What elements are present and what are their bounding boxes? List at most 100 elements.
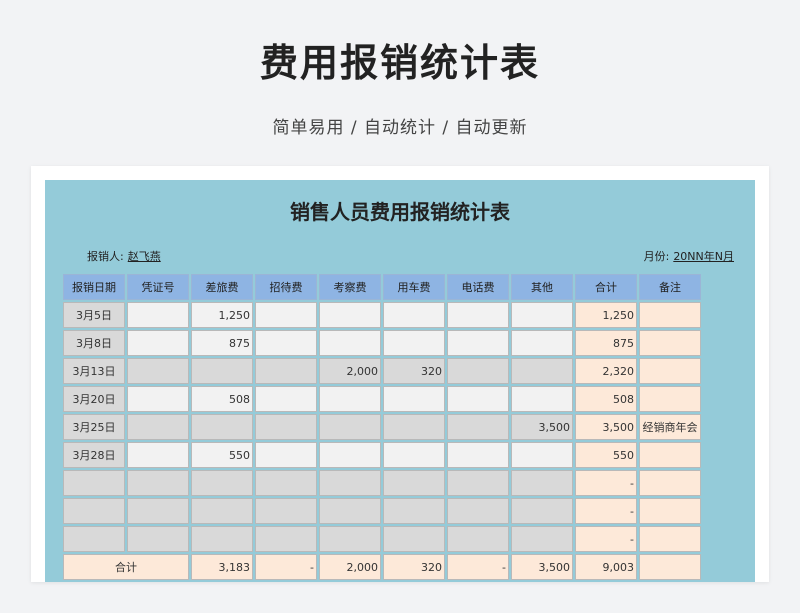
amount-cell[interactable]: [127, 330, 189, 356]
col-header[interactable]: 其他: [511, 274, 573, 300]
amount-cell[interactable]: [319, 470, 381, 496]
amount-cell[interactable]: [191, 498, 253, 524]
amount-cell[interactable]: [255, 526, 317, 552]
col-header[interactable]: 电话费: [447, 274, 509, 300]
amount-cell[interactable]: [255, 358, 317, 384]
date-cell[interactable]: 3月25日: [63, 414, 125, 440]
note-cell[interactable]: [639, 526, 701, 552]
amount-cell[interactable]: [127, 358, 189, 384]
amount-cell[interactable]: [319, 330, 381, 356]
row-total-cell[interactable]: 508: [575, 386, 637, 412]
amount-cell[interactable]: [511, 386, 573, 412]
col-header[interactable]: 合计: [575, 274, 637, 300]
reporter-value[interactable]: 赵飞燕: [128, 250, 167, 263]
amount-cell[interactable]: [383, 330, 445, 356]
amount-cell[interactable]: [127, 442, 189, 468]
amount-cell[interactable]: [255, 386, 317, 412]
amount-cell[interactable]: [447, 386, 509, 412]
amount-cell[interactable]: [319, 498, 381, 524]
col-header[interactable]: 备注: [639, 274, 701, 300]
col-header[interactable]: 凭证号: [127, 274, 189, 300]
amount-cell[interactable]: [511, 498, 573, 524]
row-total-cell[interactable]: 3,500: [575, 414, 637, 440]
amount-cell[interactable]: [191, 358, 253, 384]
col-header[interactable]: 招待费: [255, 274, 317, 300]
date-cell[interactable]: 3月28日: [63, 442, 125, 468]
total-cell[interactable]: 3,500: [511, 554, 573, 580]
row-total-cell[interactable]: 1,250: [575, 302, 637, 328]
row-total-cell[interactable]: -: [575, 470, 637, 496]
amount-cell[interactable]: [255, 442, 317, 468]
note-cell[interactable]: [639, 470, 701, 496]
amount-cell[interactable]: 1,250: [191, 302, 253, 328]
amount-cell[interactable]: [191, 414, 253, 440]
amount-cell[interactable]: [255, 330, 317, 356]
amount-cell[interactable]: [127, 526, 189, 552]
amount-cell[interactable]: [447, 526, 509, 552]
col-header[interactable]: 差旅费: [191, 274, 253, 300]
amount-cell[interactable]: [447, 414, 509, 440]
note-cell[interactable]: [639, 302, 701, 328]
amount-cell[interactable]: 3,500: [511, 414, 573, 440]
amount-cell[interactable]: [127, 470, 189, 496]
amount-cell[interactable]: [319, 386, 381, 412]
amount-cell[interactable]: [511, 442, 573, 468]
amount-cell[interactable]: 508: [191, 386, 253, 412]
amount-cell[interactable]: [383, 470, 445, 496]
date-cell[interactable]: [63, 470, 125, 496]
amount-cell[interactable]: [127, 386, 189, 412]
note-cell[interactable]: [639, 358, 701, 384]
amount-cell[interactable]: [127, 302, 189, 328]
row-total-cell[interactable]: 875: [575, 330, 637, 356]
amount-cell[interactable]: [255, 470, 317, 496]
row-total-cell[interactable]: -: [575, 526, 637, 552]
date-cell[interactable]: [63, 498, 125, 524]
amount-cell[interactable]: [447, 330, 509, 356]
total-cell[interactable]: 9,003: [575, 554, 637, 580]
total-cell[interactable]: [639, 554, 701, 580]
amount-cell[interactable]: [447, 442, 509, 468]
total-cell[interactable]: 2,000: [319, 554, 381, 580]
amount-cell[interactable]: [383, 442, 445, 468]
col-header[interactable]: 报销日期: [63, 274, 125, 300]
amount-cell[interactable]: [383, 302, 445, 328]
amount-cell[interactable]: [447, 302, 509, 328]
total-label[interactable]: 合计: [63, 554, 189, 580]
amount-cell[interactable]: [447, 358, 509, 384]
total-cell[interactable]: -: [255, 554, 317, 580]
col-header[interactable]: 考察费: [319, 274, 381, 300]
amount-cell[interactable]: [127, 498, 189, 524]
amount-cell[interactable]: [447, 498, 509, 524]
total-cell[interactable]: 320: [383, 554, 445, 580]
date-cell[interactable]: 3月5日: [63, 302, 125, 328]
amount-cell[interactable]: [319, 442, 381, 468]
amount-cell[interactable]: [383, 414, 445, 440]
row-total-cell[interactable]: -: [575, 498, 637, 524]
amount-cell[interactable]: [255, 498, 317, 524]
amount-cell[interactable]: 2,000: [319, 358, 381, 384]
amount-cell[interactable]: [511, 470, 573, 496]
amount-cell[interactable]: [255, 414, 317, 440]
amount-cell[interactable]: 320: [383, 358, 445, 384]
note-cell[interactable]: [639, 330, 701, 356]
amount-cell[interactable]: [319, 302, 381, 328]
amount-cell[interactable]: [191, 526, 253, 552]
row-total-cell[interactable]: 2,320: [575, 358, 637, 384]
total-cell[interactable]: 3,183: [191, 554, 253, 580]
amount-cell[interactable]: [447, 470, 509, 496]
amount-cell[interactable]: [383, 526, 445, 552]
col-header[interactable]: 用车费: [383, 274, 445, 300]
amount-cell[interactable]: [319, 526, 381, 552]
amount-cell[interactable]: 550: [191, 442, 253, 468]
amount-cell[interactable]: [511, 330, 573, 356]
date-cell[interactable]: 3月13日: [63, 358, 125, 384]
month-value[interactable]: 20NN年N月: [673, 250, 740, 263]
amount-cell[interactable]: [511, 302, 573, 328]
date-cell[interactable]: 3月20日: [63, 386, 125, 412]
amount-cell[interactable]: [383, 386, 445, 412]
amount-cell[interactable]: 875: [191, 330, 253, 356]
amount-cell[interactable]: [127, 414, 189, 440]
total-cell[interactable]: -: [447, 554, 509, 580]
amount-cell[interactable]: [191, 470, 253, 496]
amount-cell[interactable]: [383, 498, 445, 524]
